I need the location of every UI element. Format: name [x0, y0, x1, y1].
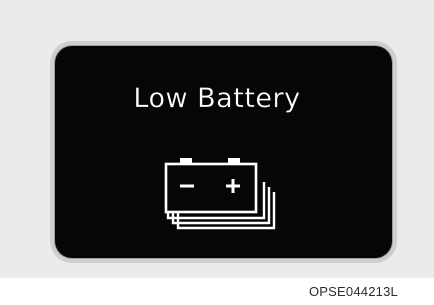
warning-message: Low Battery — [133, 83, 301, 114]
figure-code: OPSE044213L — [309, 284, 398, 299]
battery-warning-icon — [164, 158, 276, 230]
